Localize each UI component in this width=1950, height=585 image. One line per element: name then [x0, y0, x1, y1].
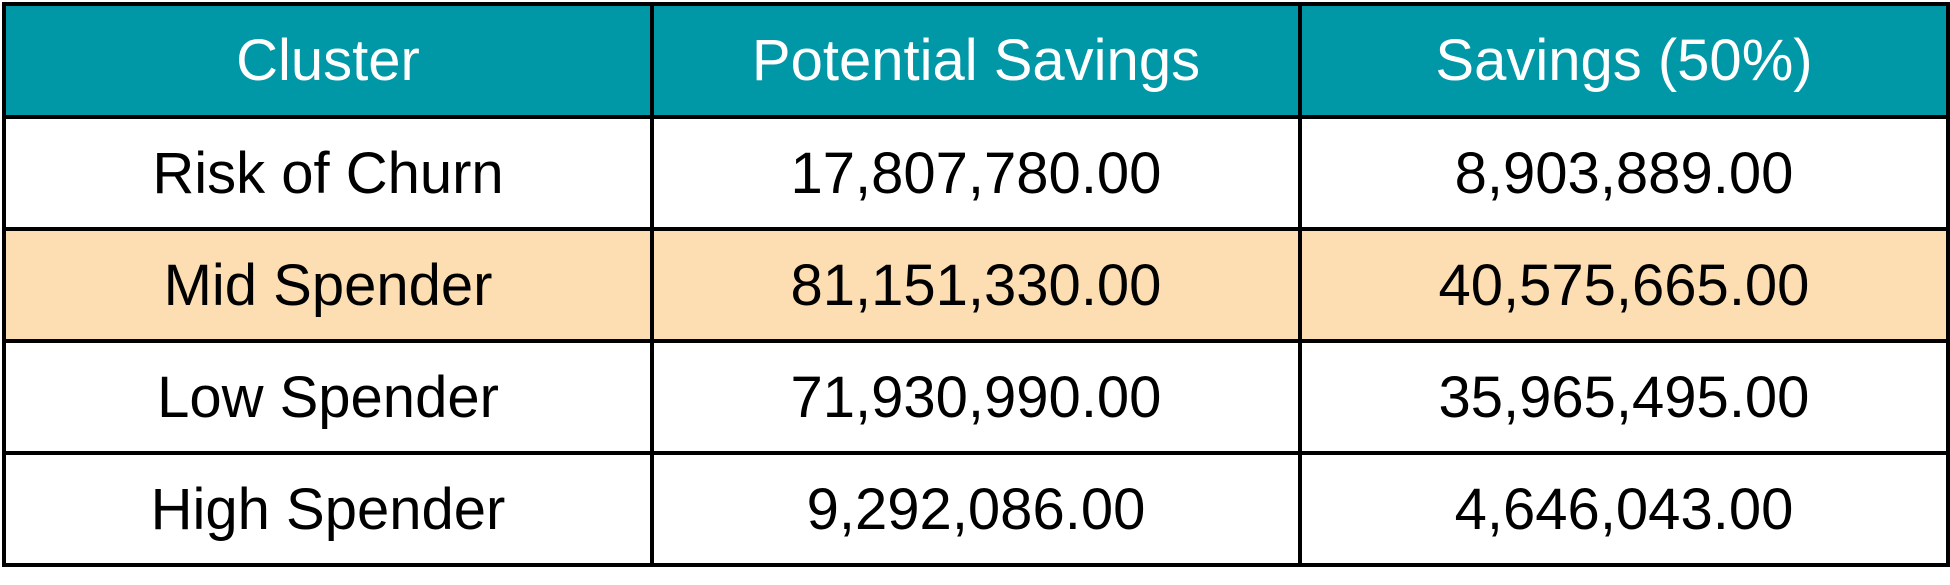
column-header-cluster: Cluster — [2, 2, 654, 119]
cell-savings-50: 8,903,889.00 — [1298, 115, 1950, 231]
cell-potential-savings: 9,292,086.00 — [650, 451, 1302, 567]
savings-table: Cluster Potential Savings Savings (50%) … — [2, 2, 1950, 567]
table-header: Cluster Potential Savings Savings (50%) — [2, 2, 1950, 119]
table-row: Mid Spender 81,151,330.00 40,575,665.00 — [2, 227, 1950, 343]
table-body: Risk of Churn 17,807,780.00 8,903,889.00… — [2, 115, 1950, 567]
cell-potential-savings: 17,807,780.00 — [650, 115, 1302, 231]
cell-cluster: Low Spender — [2, 339, 654, 455]
cell-cluster: Risk of Churn — [2, 115, 654, 231]
table-row: Risk of Churn 17,807,780.00 8,903,889.00 — [2, 115, 1950, 231]
header-row: Cluster Potential Savings Savings (50%) — [2, 2, 1950, 119]
table-row: Low Spender 71,930,990.00 35,965,495.00 — [2, 339, 1950, 455]
table-row: High Spender 9,292,086.00 4,646,043.00 — [2, 451, 1950, 567]
savings-table-container: Cluster Potential Savings Savings (50%) … — [2, 2, 1950, 567]
cell-savings-50: 35,965,495.00 — [1298, 339, 1950, 455]
cell-potential-savings: 81,151,330.00 — [650, 227, 1302, 343]
column-header-savings-50: Savings (50%) — [1298, 2, 1950, 119]
cell-cluster: High Spender — [2, 451, 654, 567]
cell-cluster: Mid Spender — [2, 227, 654, 343]
cell-savings-50: 4,646,043.00 — [1298, 451, 1950, 567]
column-header-potential-savings: Potential Savings — [650, 2, 1302, 119]
cell-savings-50: 40,575,665.00 — [1298, 227, 1950, 343]
cell-potential-savings: 71,930,990.00 — [650, 339, 1302, 455]
